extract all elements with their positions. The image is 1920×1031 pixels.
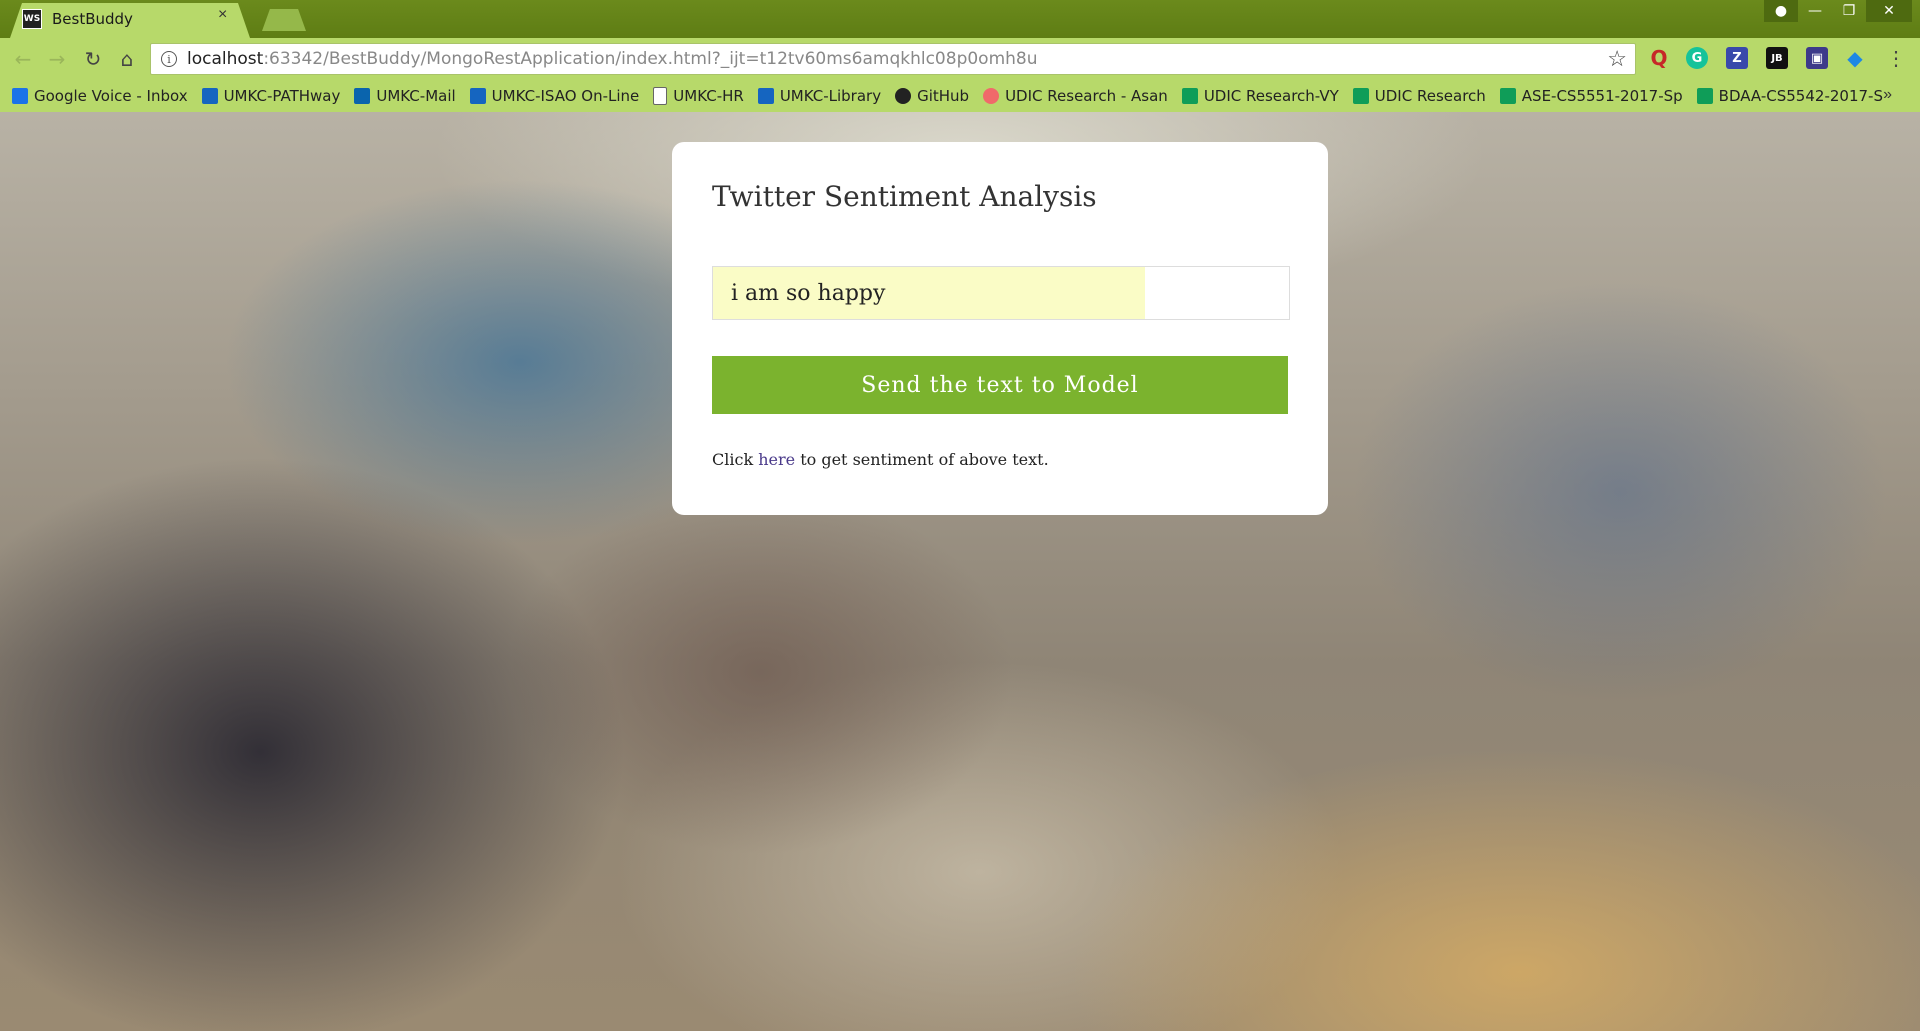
bookmark-umkc-mail[interactable]: UMKC-Mail (354, 87, 456, 105)
page-icon (653, 87, 668, 105)
window-close-icon[interactable]: ✕ (1866, 0, 1912, 22)
bookmark-umkc-library[interactable]: UMKC-Library (757, 87, 882, 105)
bookmark-label: GitHub (917, 87, 970, 105)
window-controls: ● — ❐ ✕ (1764, 0, 1912, 22)
bookmark-label: Google Voice - Inbox (34, 87, 188, 105)
browser-toolbar: ← → ↻ ⌂ i localhost:63342/BestBuddy/Mong… (0, 38, 1920, 80)
browser-chrome: WS BestBuddy × ● — ❐ ✕ ← → ↻ ⌂ i localho… (0, 0, 1920, 112)
bookmark-label: UMKC-HR (673, 87, 744, 105)
asana-icon (983, 88, 1000, 104)
tab-content: WS BestBuddy (22, 9, 133, 29)
tab-close-icon[interactable]: × (218, 6, 227, 24)
bookmark-udic-asana[interactable]: UDIC Research - Asan (983, 87, 1168, 105)
bookmark-label: UMKC-ISAO On-Line (491, 87, 640, 105)
tab-title: BestBuddy (52, 10, 133, 28)
zotero-extension-icon[interactable]: Z (1726, 47, 1748, 69)
sheets-icon (1696, 88, 1713, 104)
sheets-icon (1499, 88, 1516, 104)
bookmark-google-voice[interactable]: Google Voice - Inbox (12, 87, 188, 105)
bookmark-star-icon[interactable]: ☆ (1607, 46, 1627, 72)
bookmark-umkc-isao[interactable]: UMKC-ISAO On-Line (469, 87, 640, 105)
url-path: :63342/BestBuddy/MongoRestApplication/in… (263, 49, 1038, 69)
sheets-icon (1181, 88, 1198, 104)
umkc-icon (757, 88, 774, 104)
webstorm-favicon-icon: WS (22, 9, 42, 29)
bookmark-github[interactable]: GitHub (895, 87, 969, 105)
tab-strip: WS BestBuddy × ● — ❐ ✕ (0, 0, 1920, 38)
reload-icon[interactable]: ↻ (80, 46, 106, 72)
back-icon[interactable]: ← (10, 46, 36, 72)
bookmarks-bar: Google Voice - Inbox UMKC-PATHway UMKC-M… (0, 80, 1920, 112)
umkc-icon (469, 88, 486, 104)
bookmark-label: UMKC-Mail (376, 87, 456, 105)
user-profile-icon[interactable]: ● (1764, 0, 1798, 22)
hint-text: Click here to get sentiment of above tex… (712, 450, 1049, 469)
restore-icon[interactable]: ❐ (1832, 0, 1866, 22)
new-tab-button[interactable] (262, 9, 306, 31)
tweet-text-input[interactable] (712, 266, 1290, 320)
browser-menu-icon[interactable]: ⋮ (1886, 46, 1906, 71)
info-icon[interactable]: i (161, 51, 177, 67)
bookmark-label: UMKC-PATHway (223, 87, 341, 105)
address-bar[interactable]: i localhost:63342/BestBuddy/MongoRestApp… (150, 43, 1636, 75)
jetbrains-extension-icon[interactable]: JB (1766, 47, 1788, 69)
bookmark-udic-vy[interactable]: UDIC Research-VY (1181, 87, 1339, 105)
layers-extension-icon[interactable]: ◆ (1844, 46, 1866, 70)
grammarly-extension-icon[interactable]: G (1686, 47, 1708, 69)
voice-icon (12, 88, 28, 104)
minimize-icon[interactable]: — (1798, 0, 1832, 22)
page-background: Twitter Sentiment Analysis Send the text… (0, 112, 1920, 1031)
home-icon[interactable]: ⌂ (114, 46, 140, 72)
bookmark-ase[interactable]: ASE-CS5551-2017-Sp (1499, 87, 1683, 105)
forward-icon[interactable]: → (44, 46, 70, 72)
sheets-icon (1352, 88, 1369, 104)
bookmark-label: ASE-CS5551-2017-Sp (1521, 87, 1683, 105)
url-host: localhost (187, 49, 264, 69)
bookmark-label: UDIC Research-VY (1203, 87, 1339, 105)
hint-prefix: Click (712, 450, 759, 469)
quora-extension-icon[interactable]: Q (1648, 46, 1670, 70)
bookmark-label: UDIC Research - Asan (1005, 87, 1168, 105)
page-title: Twitter Sentiment Analysis (712, 180, 1097, 213)
bookmark-bdaa[interactable]: BDAA-CS5542-2017-S (1696, 87, 1883, 105)
bookmark-label: BDAA-CS5542-2017-S (1718, 87, 1883, 105)
umkc-icon (201, 88, 218, 104)
bookmark-label: UDIC Research (1374, 87, 1486, 105)
bookmark-umkc-hr[interactable]: UMKC-HR (653, 87, 744, 105)
url-text: localhost:63342/BestBuddy/MongoRestAppli… (187, 49, 1038, 69)
sentiment-card: Twitter Sentiment Analysis Send the text… (672, 142, 1328, 515)
send-to-model-button[interactable]: Send the text to Model (712, 356, 1288, 414)
more-bookmarks-icon[interactable]: » (1883, 86, 1892, 104)
outlook-icon (354, 88, 371, 104)
bookmark-label: UMKC-Library (779, 87, 882, 105)
get-sentiment-link[interactable]: here (758, 450, 795, 469)
bookmark-udic-research[interactable]: UDIC Research (1352, 87, 1486, 105)
github-icon (895, 88, 912, 104)
bookmark-umkc-pathway[interactable]: UMKC-PATHway (201, 87, 341, 105)
hint-suffix: to get sentiment of above text. (795, 450, 1049, 469)
video-extension-icon[interactable]: ▣ (1806, 47, 1828, 69)
